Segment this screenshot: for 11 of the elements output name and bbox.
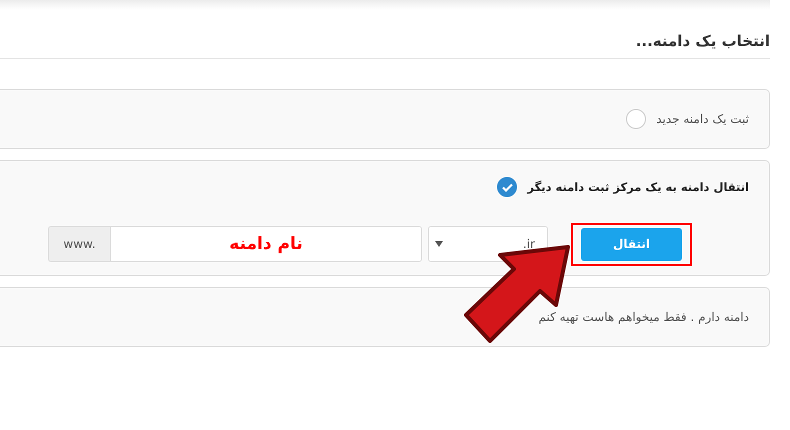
option-card[interactable]: ثبت یک دامنه جدید [0,89,770,149]
option-label: ثبت یک دامنه جدید [656,112,749,126]
option-card[interactable]: دامنه دارم . فقط میخواهم هاست تهیه کنم [0,287,770,347]
prefix-addon: www. [48,226,110,262]
radio-button[interactable] [626,109,646,129]
caret-icon [435,241,443,247]
option-label: انتقال دامنه به یک مرکز ثبت دامنه دیگر [527,180,749,194]
option-label: دامنه دارم . فقط میخواهم هاست تهیه کنم [538,310,749,324]
section-title: انتخاب یک دامنه... [636,32,770,50]
check-icon[interactable] [497,177,518,197]
domain-input-field[interactable]: نام دامنه [110,226,422,262]
